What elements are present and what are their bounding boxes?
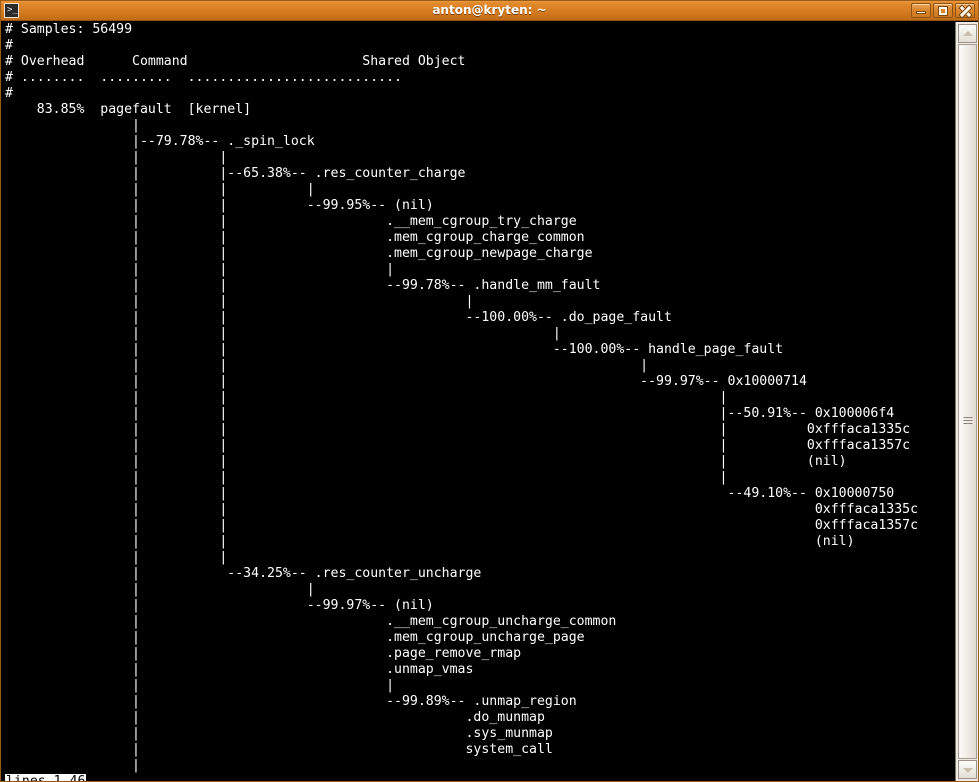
terminal-line: #: [5, 86, 13, 102]
terminal-line: | .unmap_vmas: [5, 662, 473, 678]
maximize-button[interactable]: [933, 3, 953, 18]
terminal-line: | | .mem_cgroup_newpage_charge: [5, 246, 593, 262]
maximize-icon: [934, 4, 952, 17]
terminal-line: |: [5, 118, 140, 134]
scrollbar-track[interactable]: [958, 44, 977, 759]
less-status-line: lines 1-46: [5, 774, 86, 781]
scroll-down-arrow[interactable]: [958, 760, 977, 779]
window-title: anton@kryten: ~: [0, 0, 979, 21]
terminal-line: | | | 0xfffaca1357c: [5, 438, 910, 454]
terminal-line: | | --99.78%-- .handle_mm_fault: [5, 278, 600, 294]
terminal-line: | |: [5, 678, 394, 694]
terminal-line: | | (nil): [5, 534, 855, 550]
terminal-line: | |--65.38%-- .res_counter_charge: [5, 166, 466, 182]
terminal-line: | | 0xfffaca1357c: [5, 518, 918, 534]
terminal-line: | | .mem_cgroup_charge_common: [5, 230, 585, 246]
terminal-line: | | |--50.91%-- 0x100006f4: [5, 406, 894, 422]
vertical-scrollbar[interactable]: [955, 22, 978, 781]
terminal-line: | .__mem_cgroup_uncharge_common: [5, 614, 616, 630]
terminal-line: | |: [5, 150, 227, 166]
terminal-line: | | --49.10%-- 0x10000750: [5, 486, 894, 502]
terminal-line: | system_call: [5, 742, 553, 758]
terminal-line: |--79.78%-- ._spin_lock: [5, 134, 315, 150]
terminal-text-area[interactable]: # Samples: 56499## Overhead Command Shar…: [1, 22, 954, 781]
chevron-down-icon: [963, 768, 973, 773]
terminal-line: | | .__mem_cgroup_try_charge: [5, 214, 577, 230]
terminal-line: # Samples: 56499: [5, 22, 132, 38]
terminal-line: | .do_munmap: [5, 710, 545, 726]
terminal-line: | --34.25%-- .res_counter_uncharge: [5, 566, 481, 582]
scroll-thumb[interactable]: [958, 44, 977, 759]
terminal-window: >_ anton@kryten: ~ # Samples: 56499## Ov…: [0, 0, 979, 782]
scroll-up-arrow[interactable]: [958, 24, 977, 43]
terminal-line: | | |: [5, 470, 728, 486]
close-button[interactable]: [955, 3, 975, 18]
terminal-line: | --99.89%-- .unmap_region: [5, 694, 577, 710]
terminal-line: | .page_remove_rmap: [5, 646, 521, 662]
terminal-line: # ........ ......... ...................…: [5, 70, 402, 86]
terminal-line: | | |: [5, 390, 728, 406]
terminal-line: | | |: [5, 182, 315, 198]
terminal-line: | | | (nil): [5, 454, 847, 470]
terminal-line: | | |: [5, 358, 648, 374]
terminal-line: 83.85% pagefault [kernel]: [5, 102, 251, 118]
terminal-line: | |: [5, 550, 227, 566]
terminal-line: | | |: [5, 262, 394, 278]
terminal-line: |: [5, 758, 140, 774]
terminal-line: | | | 0xfffaca1335c: [5, 422, 910, 438]
terminal-line: | --99.97%-- (nil): [5, 598, 434, 614]
terminal-line: | | --99.97%-- 0x10000714: [5, 374, 807, 390]
terminal-line: | | 0xfffaca1335c: [5, 502, 918, 518]
scroll-thumb-grip-icon: [963, 417, 972, 424]
title-bar[interactable]: >_ anton@kryten: ~: [0, 0, 979, 21]
close-icon: [956, 4, 974, 17]
terminal-line: | |: [5, 582, 315, 598]
terminal-line: | | |: [5, 326, 561, 342]
terminal-line: #: [5, 38, 13, 54]
minimize-button[interactable]: [911, 3, 931, 18]
terminal-line: | .sys_munmap: [5, 726, 553, 742]
minimize-icon: [912, 4, 930, 17]
terminal-line: | | --100.00%-- .do_page_fault: [5, 310, 672, 326]
terminal-line: | | --99.95%-- (nil): [5, 198, 434, 214]
terminal-line: # Overhead Command Shared Object: [5, 54, 466, 70]
terminal-line: | | --100.00%-- handle_page_fault: [5, 342, 783, 358]
terminal-line: | | |: [5, 294, 473, 310]
terminal-line: | .mem_cgroup_uncharge_page: [5, 630, 585, 646]
chevron-up-icon: [963, 31, 973, 36]
